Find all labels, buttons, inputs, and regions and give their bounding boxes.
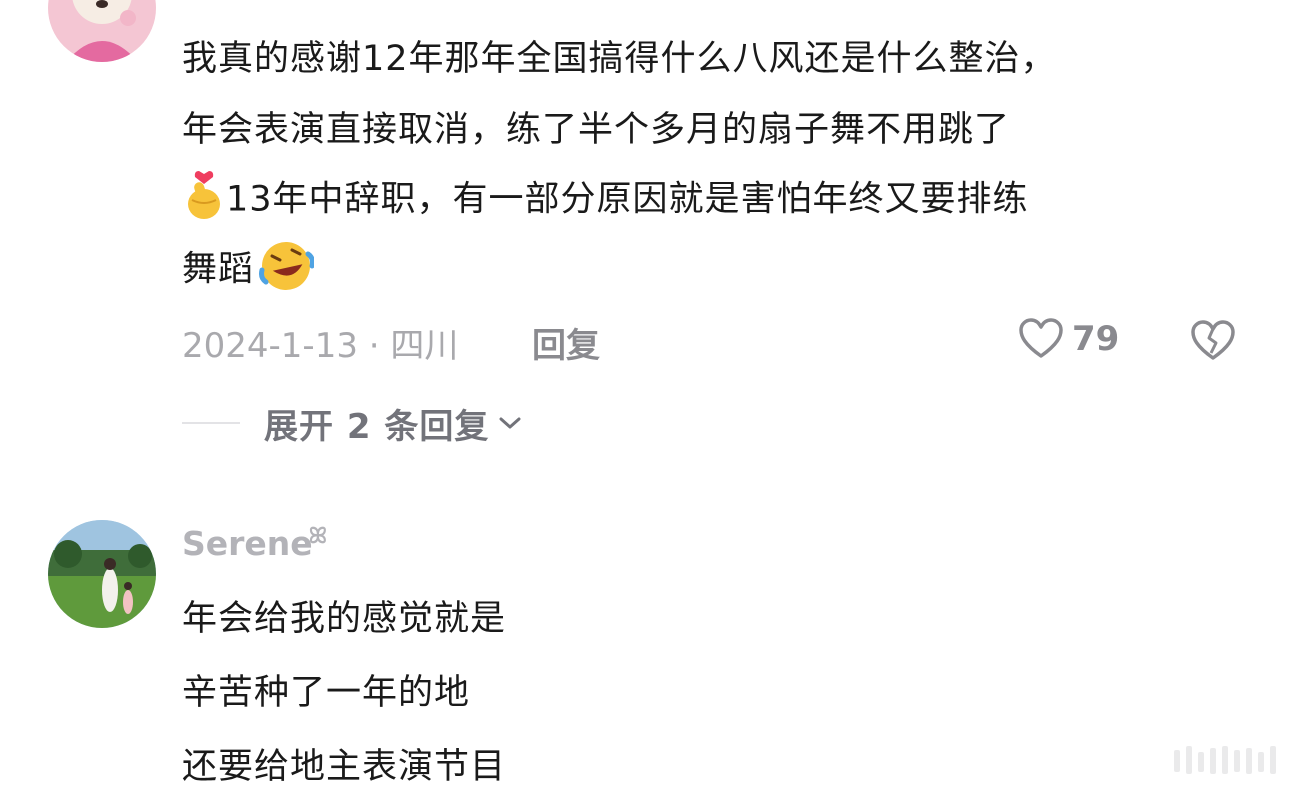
watermark-logo (1174, 746, 1276, 774)
comment-date-location: 2024-1-13 · 四川 (182, 326, 459, 366)
comment-text-line: 年会给我的感觉就是 (182, 599, 507, 639)
username-text[interactable]: Serene (182, 524, 313, 563)
broken-heart-icon (1191, 320, 1235, 360)
dislike-button[interactable] (1190, 320, 1236, 366)
chevron-down-icon[interactable] (497, 414, 523, 432)
expand-replies-label[interactable]: 展开 2 条回复 (264, 399, 489, 448)
comment-text-line: 还要给地主表演节目 (182, 747, 507, 787)
comment-text-line: 辛苦种了一年的地 (182, 673, 471, 713)
expand-replies[interactable]: 展开 2 条回复 (182, 399, 523, 448)
comment-text: 舞蹈 (182, 249, 255, 290)
divider (182, 422, 240, 424)
finger-heart-emoji (182, 170, 226, 231)
like-count: 79 (1072, 319, 1120, 359)
comment-text-line-with-emoji: 舞蹈 (182, 240, 316, 301)
comment-text-line-with-emoji: 13年中辞职，有一部分原因就是害怕年终又要排练 (182, 170, 1029, 231)
comment-meta: 2024-1-13 · 四川 回复 79 (182, 318, 1262, 367)
reply-button[interactable]: 回复 (532, 318, 600, 367)
heart-outline-icon (1019, 318, 1063, 358)
rofl-emoji (258, 240, 316, 301)
avatar[interactable] (48, 0, 156, 62)
comment-text-line: 年会表演直接取消，练了半个多月的扇子舞不用跳了 (182, 110, 1011, 150)
username[interactable]: Sereneꕤ (182, 524, 327, 563)
comment-text-line: 我真的感谢12年那年全国搞得什么八风还是什么整治， (182, 39, 1057, 79)
comment-text: 13年中辞职，有一部分原因就是害怕年终又要排练 (226, 179, 1029, 220)
username-symbol: ꕤ (308, 524, 327, 549)
like-button[interactable]: 79 (1018, 318, 1119, 360)
avatar[interactable] (48, 520, 156, 628)
